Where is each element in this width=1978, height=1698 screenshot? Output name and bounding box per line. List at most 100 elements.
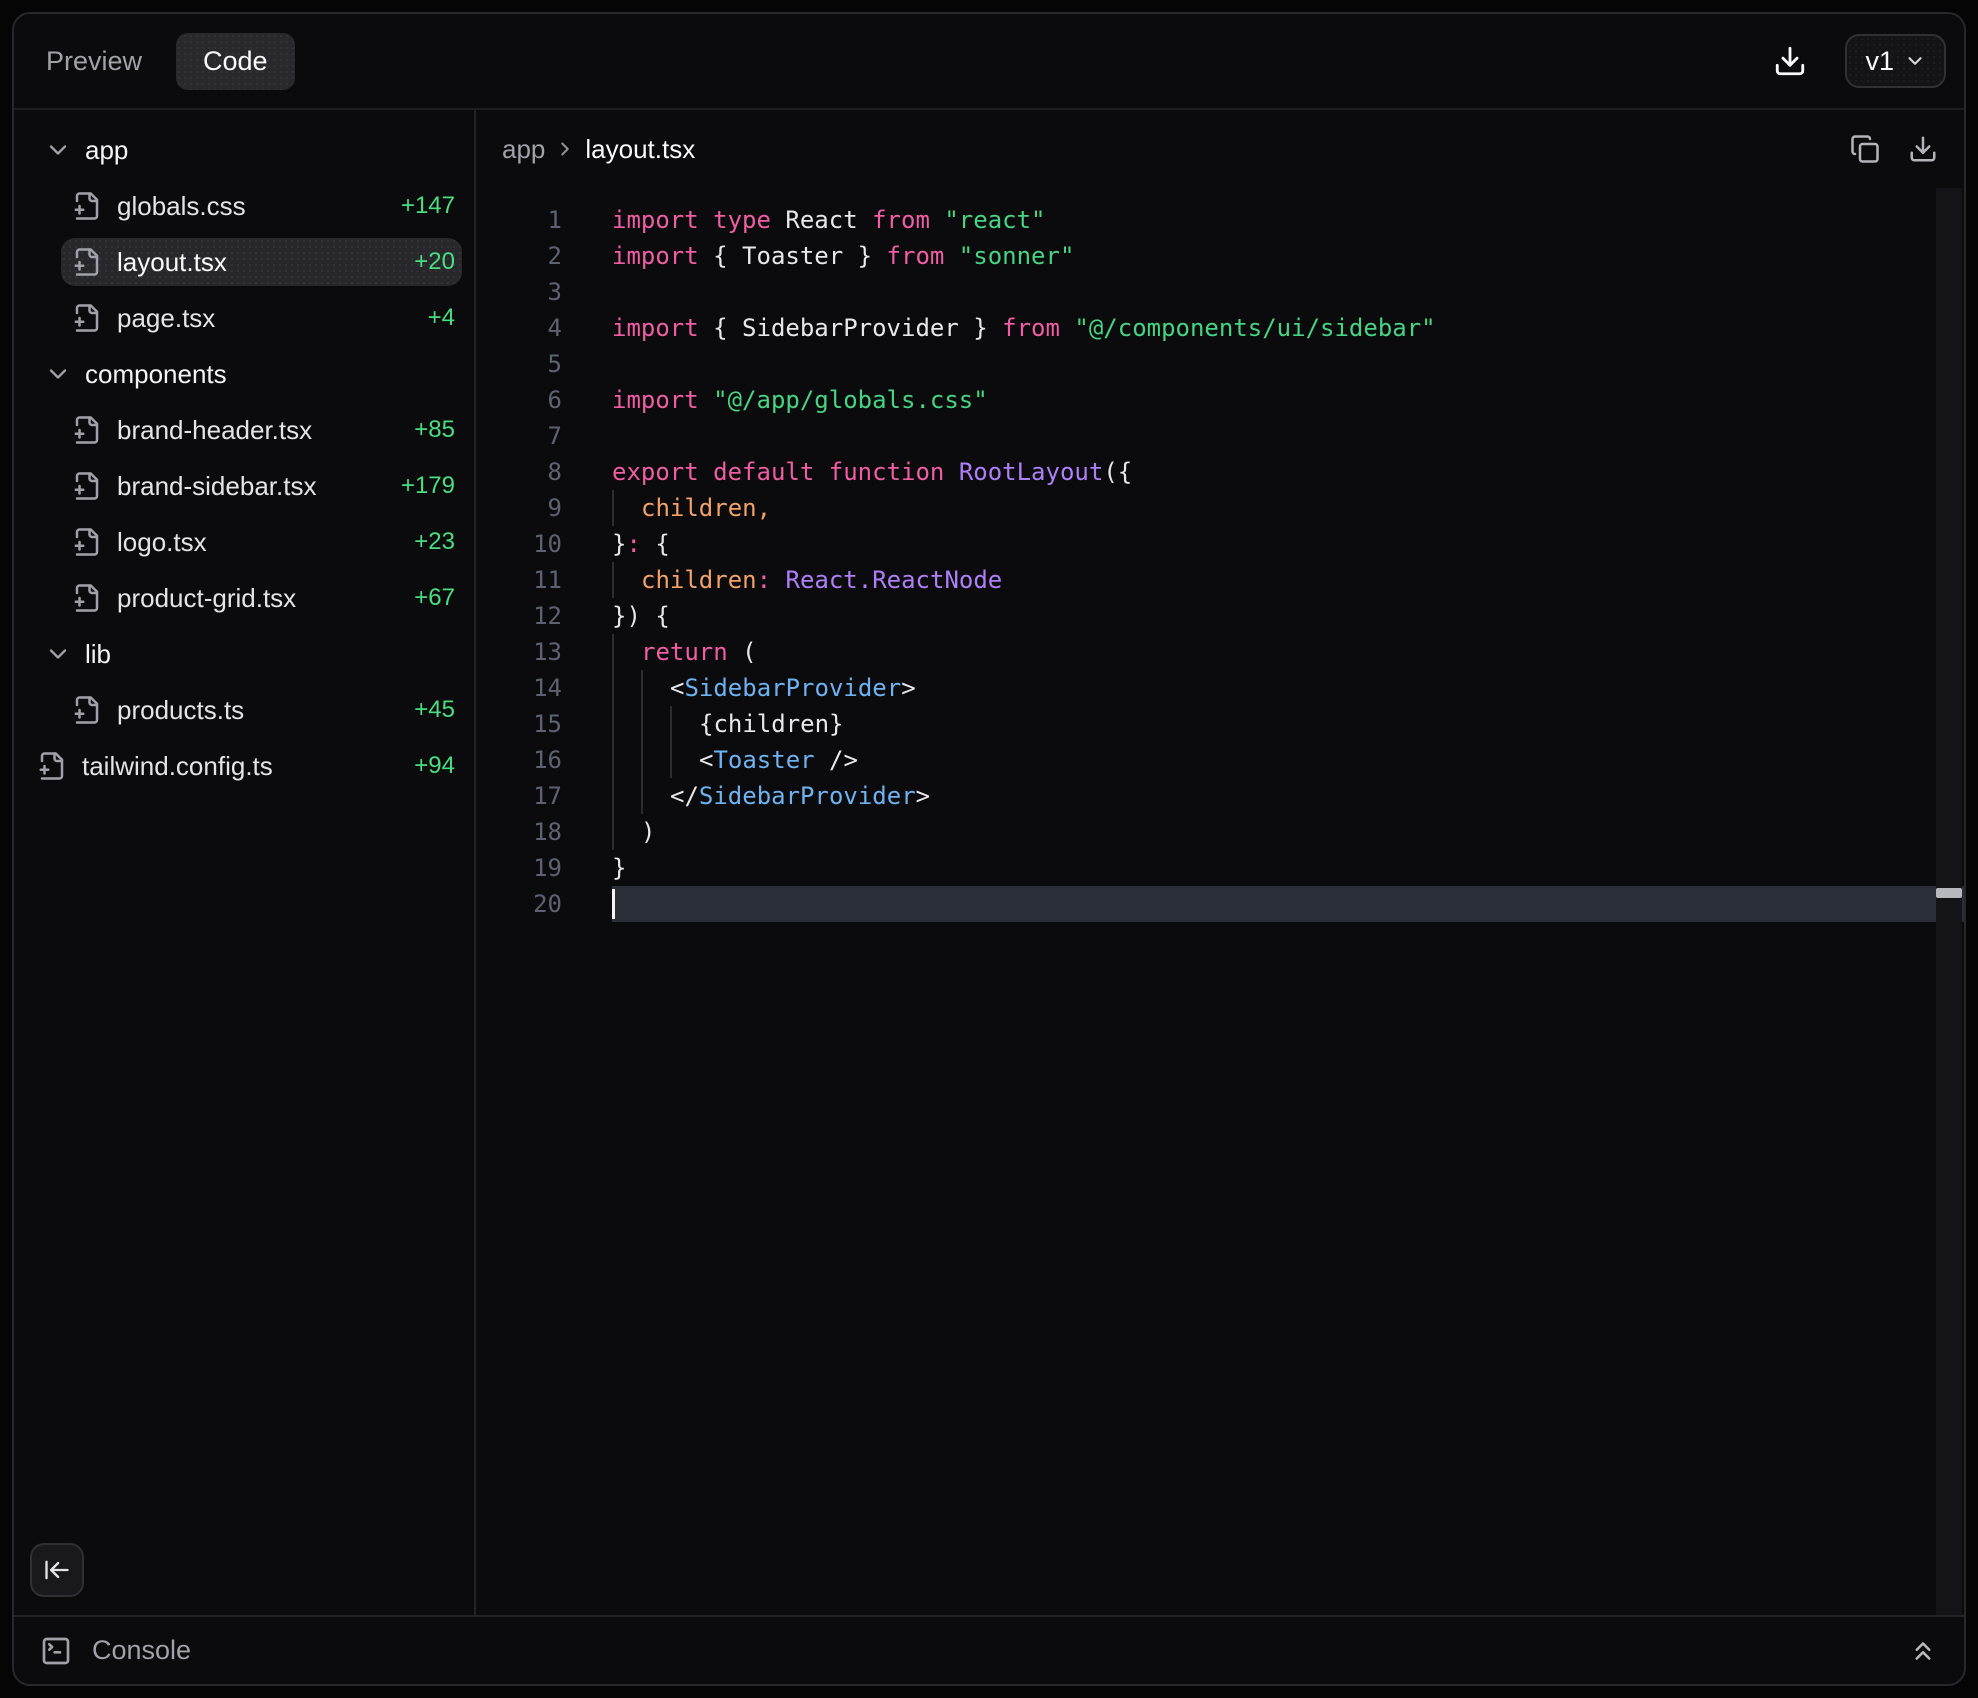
code-editor[interactable]: 1import type React from "react"2import {…: [476, 188, 1964, 1615]
file-plus-icon: [72, 583, 102, 613]
tree-item-globals-css[interactable]: globals.css+147: [61, 182, 462, 230]
editor-panel: app layout.tsx 1import type React from "…: [476, 110, 1964, 1615]
code-text: import "@/app/globals.css": [612, 382, 988, 418]
version-dropdown[interactable]: v1: [1845, 34, 1946, 88]
indent-guide: [612, 670, 614, 706]
code-line-3[interactable]: 3: [476, 274, 1964, 310]
token-kw: from: [1002, 314, 1060, 342]
token-kw: :: [757, 566, 771, 594]
code-line-13[interactable]: 13return (: [476, 634, 1964, 670]
tree-item-logo-tsx[interactable]: logo.tsx+23: [61, 518, 462, 566]
token-tag: SidebarProvider: [699, 782, 916, 810]
collapse-sidebar-button[interactable]: [30, 1543, 84, 1597]
code-line-2[interactable]: 2import { Toaster } from "sonner": [476, 238, 1964, 274]
diff-added-badge: +179: [401, 472, 455, 500]
file-plus-icon: [72, 415, 102, 445]
tab-code[interactable]: Code: [176, 33, 295, 90]
tree-item-label: products.ts: [117, 695, 244, 726]
token-str: "react": [944, 206, 1045, 234]
token-tag: SidebarProvider: [684, 674, 901, 702]
chevron-down-icon: [44, 136, 72, 164]
copy-code-button[interactable]: [1850, 134, 1880, 164]
code-line-4[interactable]: 4import { SidebarProvider } from "@/comp…: [476, 310, 1964, 346]
download-file-button[interactable]: [1908, 134, 1938, 164]
indent-guide: [612, 742, 614, 778]
line-number: 8: [476, 458, 562, 486]
code-line-20[interactable]: 20: [476, 886, 1964, 922]
code-line-14[interactable]: 14 <SidebarProvider>: [476, 670, 1964, 706]
code-text: <SidebarProvider>: [612, 670, 916, 706]
tree-item-app[interactable]: app: [14, 126, 474, 174]
code-line-8[interactable]: 8 export default function RootLayout({: [476, 454, 1964, 490]
token-pl: <: [670, 674, 684, 702]
tree-item-label: product-grid.tsx: [117, 583, 296, 614]
indent-guide: [612, 634, 614, 670]
scrollbar-thumb[interactable]: [1936, 888, 1962, 898]
code-line-16[interactable]: 16<Toaster />: [476, 742, 1964, 778]
tree-item-layout-tsx[interactable]: layout.tsx+20: [61, 238, 462, 286]
indent-guide: [670, 706, 672, 742]
code-line-5[interactable]: 5: [476, 346, 1964, 382]
token-pl: ({: [1103, 458, 1132, 486]
code-line-11[interactable]: 11children: React.ReactNode: [476, 562, 1964, 598]
console-bar[interactable]: Console: [14, 1615, 1964, 1684]
chevron-down-icon: [44, 640, 72, 668]
code-line-10[interactable]: 10}: {: [476, 526, 1964, 562]
console-label: Console: [92, 1635, 191, 1666]
chevron-right-icon: [554, 138, 576, 160]
token-pl: [771, 566, 785, 594]
indent-guide: [612, 814, 614, 850]
download-icon: [1773, 44, 1807, 78]
expand-console-button[interactable]: [1908, 1636, 1938, 1666]
token-kw: from: [872, 206, 930, 234]
code-line-15[interactable]: 15{children}: [476, 706, 1964, 742]
code-line-1[interactable]: 1import type React from "react": [476, 202, 1964, 238]
token-str: "@/components/ui/sidebar": [1074, 314, 1435, 342]
tab-preview[interactable]: Preview: [46, 46, 142, 77]
line-number: 17: [476, 782, 562, 810]
tree-item-brand-header-tsx[interactable]: brand-header.tsx+85: [61, 406, 462, 454]
chevron-down-icon: [1904, 50, 1926, 72]
tree-item-tailwind-config-ts[interactable]: tailwind.config.ts+94: [26, 742, 462, 790]
token-pl: [944, 242, 958, 270]
code-text: children,: [612, 490, 771, 526]
line-number: 7: [476, 422, 562, 450]
tree-item-products-ts[interactable]: products.ts+45: [61, 686, 462, 734]
tree-item-page-tsx[interactable]: page.tsx+4: [61, 294, 462, 342]
tree-item-brand-sidebar-tsx[interactable]: brand-sidebar.tsx+179: [61, 462, 462, 510]
code-line-19[interactable]: 19}: [476, 850, 1964, 886]
code-line-6[interactable]: 6import "@/app/globals.css": [476, 382, 1964, 418]
token-pl: />: [815, 746, 858, 774]
code-line-17[interactable]: 17 </SidebarProvider>: [476, 778, 1964, 814]
line-content: import { Toaster } from "sonner": [612, 238, 1964, 274]
token-kw: export: [612, 458, 699, 486]
code-line-7[interactable]: 7: [476, 418, 1964, 454]
scrollbar-track[interactable]: [1936, 188, 1962, 1615]
file-tree-sidebar: app globals.css+147 layout.tsx+20 page.tsx+…: [14, 110, 476, 1615]
tree-item-components[interactable]: components: [14, 350, 474, 398]
tree-item-product-grid-tsx[interactable]: product-grid.tsx+67: [61, 574, 462, 622]
token-str: "sonner": [959, 242, 1075, 270]
download-project-button[interactable]: [1773, 44, 1807, 78]
code-text: return (: [612, 634, 757, 670]
tree-item-label: logo.tsx: [117, 527, 207, 558]
line-content: }: {: [612, 526, 1964, 562]
line-number: 18: [476, 818, 562, 846]
panel-collapse-left-icon: [43, 1556, 71, 1584]
tree-item-lib[interactable]: lib: [14, 630, 474, 678]
line-content: </SidebarProvider>: [612, 778, 1964, 814]
code-text: export default function RootLayout({: [612, 454, 1132, 490]
breadcrumb-folder: app: [502, 134, 545, 165]
app-window: Preview Code v1 app globals.css+147 layout…: [12, 12, 1966, 1686]
code-line-18[interactable]: 18): [476, 814, 1964, 850]
code-line-9[interactable]: 9children,: [476, 490, 1964, 526]
tree-item-label: components: [85, 359, 227, 390]
tree-item-label: brand-header.tsx: [117, 415, 312, 446]
token-pl: [930, 206, 944, 234]
code-line-12[interactable]: 12}) {: [476, 598, 1964, 634]
indent-guide: [670, 742, 672, 778]
code-lines: 1import type React from "react"2import {…: [476, 202, 1964, 922]
line-number: 1: [476, 206, 562, 234]
line-number: 14: [476, 674, 562, 702]
token-pl: [699, 458, 713, 486]
